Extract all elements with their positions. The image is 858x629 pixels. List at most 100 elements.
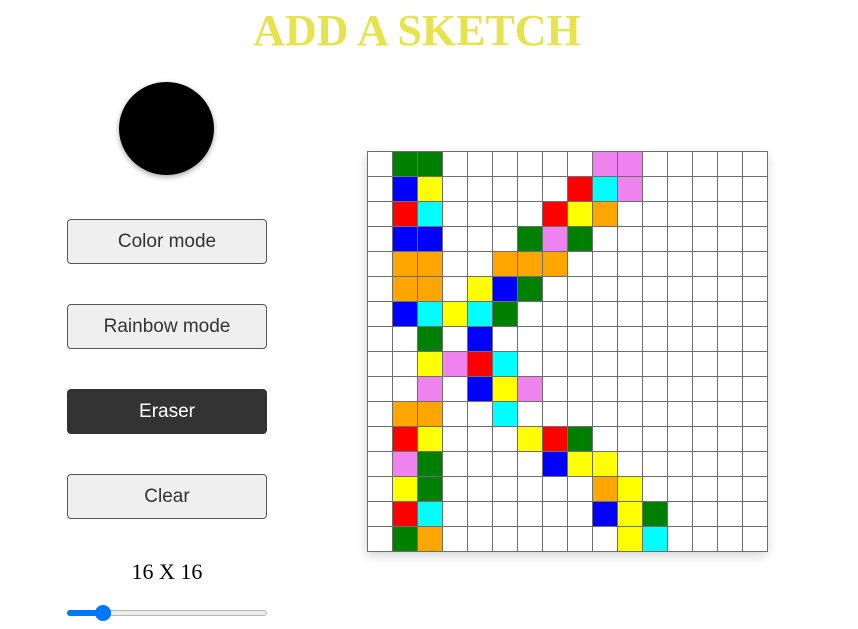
grid-cell[interactable] (391, 350, 418, 377)
grid-cell[interactable] (691, 500, 718, 527)
grid-cell[interactable] (641, 400, 668, 427)
grid-cell[interactable] (566, 150, 593, 177)
grid-cell[interactable] (516, 450, 543, 477)
grid-cell[interactable] (616, 500, 643, 527)
grid-cell[interactable] (591, 450, 618, 477)
grid-cell[interactable] (616, 150, 643, 177)
grid-cell[interactable] (716, 425, 743, 452)
grid-cell[interactable] (716, 525, 743, 552)
grid-cell[interactable] (466, 175, 493, 202)
grid-cell[interactable] (691, 275, 718, 302)
grid-cell[interactable] (441, 175, 468, 202)
grid-cell[interactable] (366, 175, 393, 202)
grid-cell[interactable] (416, 475, 443, 502)
grid-cell[interactable] (641, 475, 668, 502)
grid-cell[interactable] (741, 400, 768, 427)
grid-cell[interactable] (516, 525, 543, 552)
grid-cell[interactable] (666, 300, 693, 327)
grid-cell[interactable] (441, 475, 468, 502)
grid-cell[interactable] (441, 350, 468, 377)
grid-cell[interactable] (516, 150, 543, 177)
grid-cell[interactable] (416, 325, 443, 352)
grid-cell[interactable] (491, 400, 518, 427)
grid-cell[interactable] (716, 300, 743, 327)
grid-cell[interactable] (491, 250, 518, 277)
grid-cell[interactable] (491, 525, 518, 552)
grid-cell[interactable] (716, 200, 743, 227)
grid-cell[interactable] (466, 150, 493, 177)
grid-cell[interactable] (466, 475, 493, 502)
grid-cell[interactable] (641, 500, 668, 527)
grid-cell[interactable] (641, 175, 668, 202)
grid-cell[interactable] (466, 450, 493, 477)
grid-cell[interactable] (366, 275, 393, 302)
grid-cell[interactable] (741, 300, 768, 327)
grid-cell[interactable] (716, 375, 743, 402)
grid-cell[interactable] (366, 375, 393, 402)
grid-cell[interactable] (366, 475, 393, 502)
grid-cell[interactable] (691, 150, 718, 177)
grid-cell[interactable] (666, 400, 693, 427)
grid-cell[interactable] (391, 225, 418, 252)
grid-cell[interactable] (366, 425, 393, 452)
grid-cell[interactable] (541, 150, 568, 177)
grid-cell[interactable] (466, 425, 493, 452)
grid-cell[interactable] (441, 325, 468, 352)
grid-cell[interactable] (416, 225, 443, 252)
grid-cell[interactable] (566, 425, 593, 452)
grid-cell[interactable] (516, 200, 543, 227)
grid-cell[interactable] (641, 300, 668, 327)
grid-cell[interactable] (541, 350, 568, 377)
grid-cell[interactable] (666, 475, 693, 502)
grid-cell[interactable] (541, 425, 568, 452)
grid-cell[interactable] (666, 250, 693, 277)
grid-cell[interactable] (516, 400, 543, 427)
grid-cell[interactable] (466, 200, 493, 227)
grid-cell[interactable] (641, 150, 668, 177)
grid-cell[interactable] (516, 375, 543, 402)
grid-cell[interactable] (691, 525, 718, 552)
grid-cell[interactable] (391, 150, 418, 177)
grid-cell[interactable] (716, 250, 743, 277)
grid-cell[interactable] (741, 200, 768, 227)
grid-cell[interactable] (491, 475, 518, 502)
grid-cell[interactable] (541, 275, 568, 302)
grid-cell[interactable] (716, 225, 743, 252)
grid-cell[interactable] (691, 475, 718, 502)
grid-cell[interactable] (666, 200, 693, 227)
grid-cell[interactable] (666, 275, 693, 302)
grid-cell[interactable] (591, 500, 618, 527)
grid-cell[interactable] (391, 300, 418, 327)
slider-thumb[interactable] (94, 605, 111, 621)
grid-cell[interactable] (516, 325, 543, 352)
grid-cell[interactable] (491, 175, 518, 202)
grid-cell[interactable] (441, 500, 468, 527)
grid-cell[interactable] (666, 325, 693, 352)
grid-cell[interactable] (666, 175, 693, 202)
grid-cell[interactable] (666, 525, 693, 552)
grid-cell[interactable] (541, 175, 568, 202)
grid-cell[interactable] (516, 175, 543, 202)
grid-cell[interactable] (641, 250, 668, 277)
grid-cell[interactable] (591, 200, 618, 227)
grid-cell[interactable] (691, 250, 718, 277)
grid-cell[interactable] (441, 200, 468, 227)
grid-cell[interactable] (666, 225, 693, 252)
grid-cell[interactable] (491, 300, 518, 327)
grid-cell[interactable] (541, 250, 568, 277)
grid-cell[interactable] (716, 325, 743, 352)
grid-cell[interactable] (391, 275, 418, 302)
grid-cell[interactable] (716, 475, 743, 502)
grid-cell[interactable] (541, 525, 568, 552)
grid-cell[interactable] (466, 325, 493, 352)
grid-cell[interactable] (366, 200, 393, 227)
grid-cell[interactable] (566, 200, 593, 227)
grid-cell[interactable] (366, 400, 393, 427)
grid-cell[interactable] (691, 400, 718, 427)
grid-cell[interactable] (366, 300, 393, 327)
grid-cell[interactable] (541, 200, 568, 227)
grid-cell[interactable] (466, 225, 493, 252)
grid-cell[interactable] (466, 375, 493, 402)
grid-cell[interactable] (441, 425, 468, 452)
grid-cell[interactable] (666, 425, 693, 452)
